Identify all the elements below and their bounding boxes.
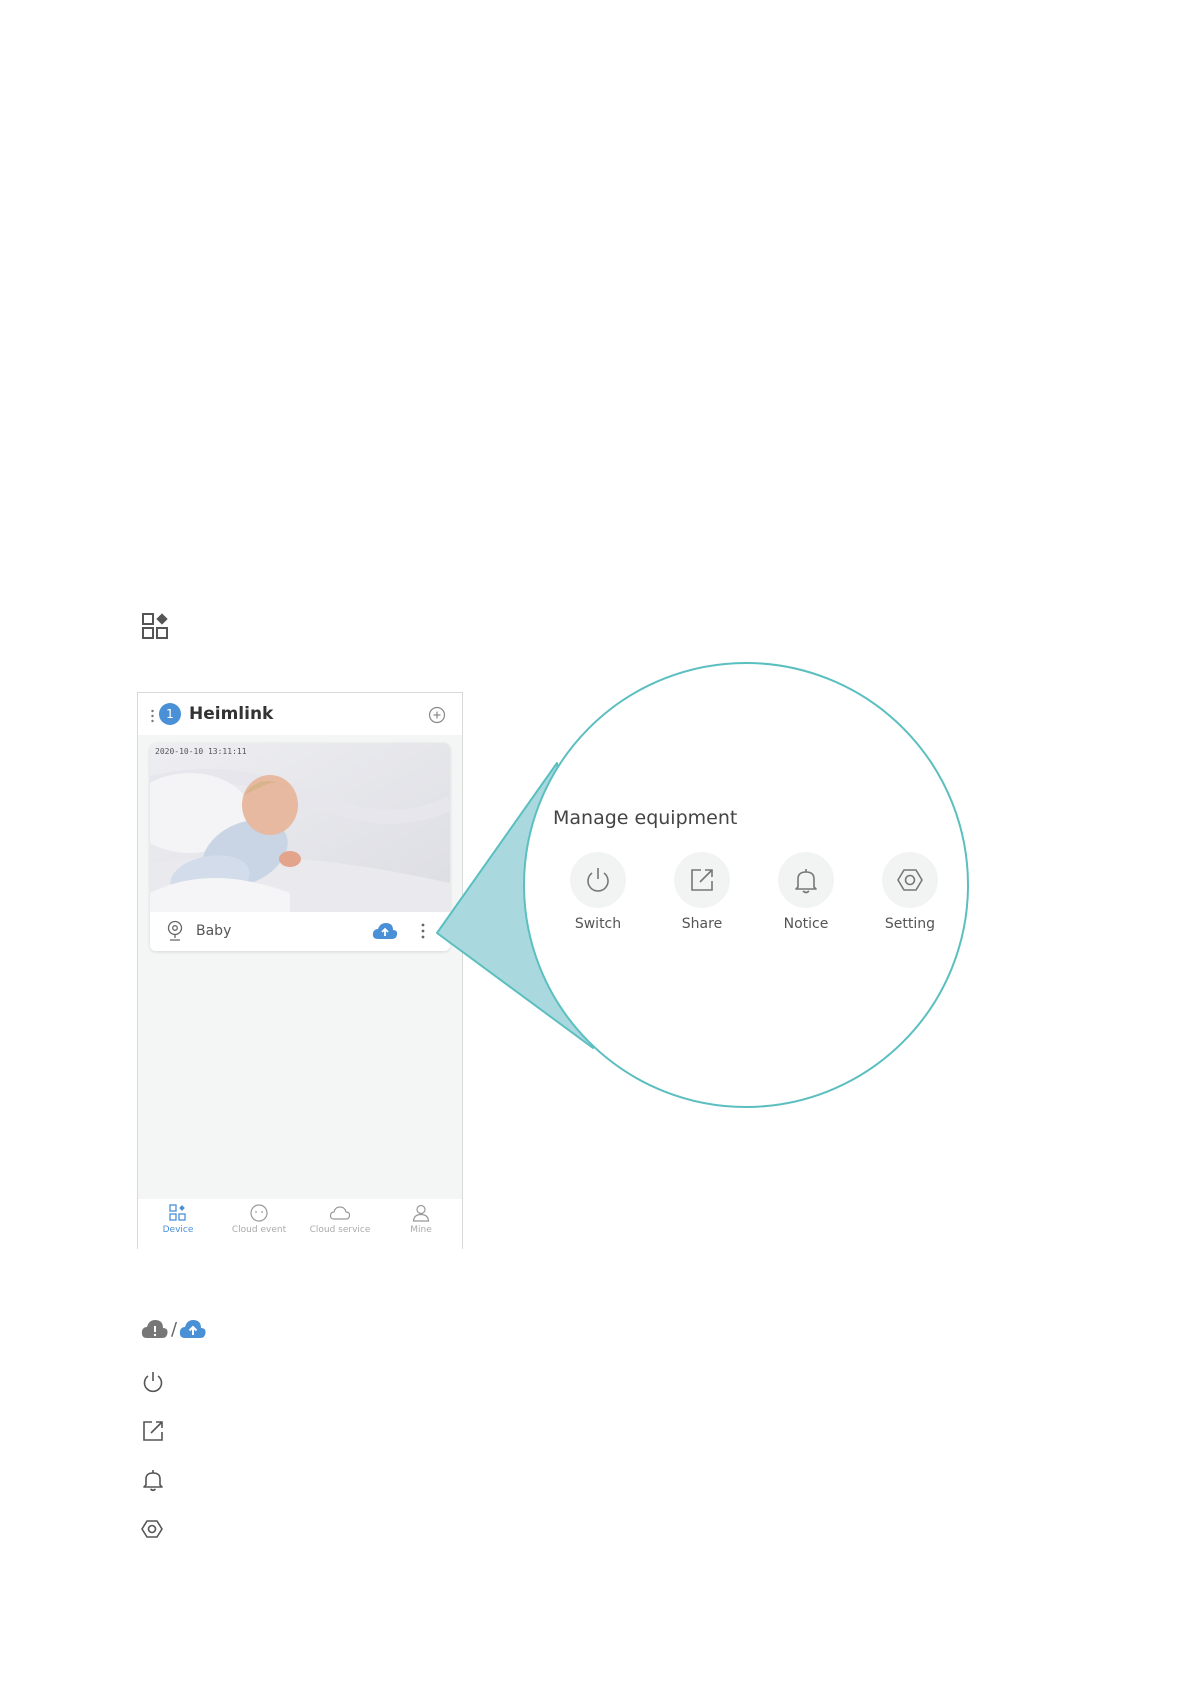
nav-label: Mine [410,1225,432,1235]
add-device-icon[interactable] [428,706,446,724]
device-grid-icon [169,1204,186,1221]
power-icon [143,1372,163,1393]
nav-label: Device [162,1225,194,1235]
menu-item-share[interactable]: Share [652,852,752,932]
gear-icon [141,1520,163,1538]
cloud-icon [329,1206,351,1220]
cloud-upload-icon [179,1320,206,1338]
nav-label: Cloud service [309,1225,371,1235]
menu-label: Notice [783,916,829,932]
cloud-status-legend: / [141,1318,207,1340]
camera-name: Baby [196,923,232,939]
menu-item-switch[interactable]: Switch [548,852,648,932]
device-grid-icon [142,613,168,639]
nav-cloud-event[interactable]: Cloud event [219,1203,299,1247]
cloud-event-icon [250,1204,268,1222]
phone-screen: 1 Heimlink 2020-10-10 13:11:11 Baby Devi… [137,692,463,1249]
cloud-upload-icon[interactable] [372,922,398,940]
share-icon [691,869,713,891]
more-options-icon[interactable] [421,923,425,939]
device-count-badge: 1 [159,703,181,725]
app-header: 1 Heimlink [138,693,462,735]
camera-card[interactable]: 2020-10-10 13:11:11 Baby [150,743,450,951]
menu-label: Setting [884,916,936,932]
camera-icon [167,920,183,941]
menu-label: Switch [574,916,622,932]
share-icon [143,1421,163,1441]
manage-equipment-title: Manage equipment [553,807,738,829]
preview-timestamp: 2020-10-10 13:11:11 [155,747,247,756]
camera-card-footer: Baby [150,912,450,951]
camera-preview-image[interactable] [150,743,450,912]
nav-device[interactable]: Device [138,1203,218,1247]
menu-item-notice[interactable]: Notice [756,852,856,932]
bell-icon [795,869,817,894]
power-icon [587,868,609,892]
menu-label: Share [681,916,723,932]
app-title: Heimlink [189,704,274,724]
legend-separator: / [171,1318,178,1340]
menu-item-setting[interactable]: Setting [860,852,960,932]
nav-cloud-service[interactable]: Cloud service [300,1203,380,1247]
nav-mine[interactable]: Mine [381,1203,461,1247]
bottom-nav: Device Cloud event Cloud service Mine [138,1199,462,1249]
gear-icon [897,869,923,891]
bell-icon [143,1470,163,1492]
nav-label: Cloud event [231,1225,287,1235]
menu-dots-icon[interactable] [151,709,154,723]
cloud-alert-icon [141,1320,168,1338]
user-icon [412,1204,430,1222]
